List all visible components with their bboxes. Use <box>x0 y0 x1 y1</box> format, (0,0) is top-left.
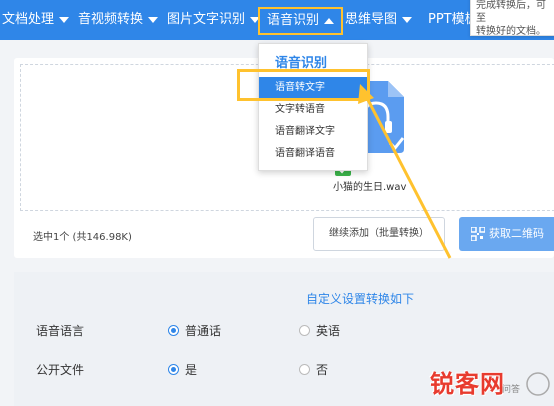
nav-item-image-ocr[interactable]: 图片文字识别 <box>167 0 261 40</box>
radio-option-english[interactable]: 英语 <box>299 322 340 339</box>
radio-checked-icon <box>168 325 179 336</box>
watermark-text: 锐客网 <box>430 370 505 398</box>
radio-unchecked-icon <box>299 325 310 336</box>
radio-label: 否 <box>316 363 329 377</box>
nav-item-speech-recognition[interactable]: 语音识别 <box>258 7 344 35</box>
menu-item-speech-translate-speech[interactable]: 语音翻译语音 <box>259 143 369 165</box>
dropdown-title: 语音识别 <box>275 56 328 71</box>
file-name: 小猫的生日.wav <box>333 182 407 193</box>
radio-unchecked-icon <box>299 364 310 375</box>
nav-item-av-convert[interactable]: 音视频转换 <box>78 0 159 40</box>
radio-label: 普通话 <box>185 324 222 338</box>
chevron-down-icon <box>59 16 70 23</box>
tooltip-line: 完成转换后，可至 <box>476 0 546 24</box>
setting-label-public: 公开文件 <box>36 363 85 377</box>
continue-add-button[interactable]: 继续添加（批量转换） <box>313 217 445 251</box>
selection-info: 选中1个 (共146.98K) <box>33 232 132 243</box>
setting-label-language: 语音语言 <box>36 324 85 338</box>
menu-item-text-to-speech[interactable]: 文字转语音 <box>259 99 369 121</box>
watermark-sub: 问答 <box>502 385 521 395</box>
menu-item-speech-to-text[interactable]: 语音转文字 <box>259 77 369 99</box>
speech-recognition-dropdown: 语音识别 语音转文字 文字转语音 语音翻译文字 语音翻译语音 <box>258 43 369 171</box>
qr-button-label: 获取二维码 <box>489 227 544 240</box>
radio-label: 是 <box>185 363 198 377</box>
radio-option-yes[interactable]: 是 <box>168 361 197 378</box>
get-qr-code-button[interactable]: 获取二维码 <box>459 217 554 251</box>
radio-option-no[interactable]: 否 <box>299 361 328 378</box>
menu-item-speech-translate-text[interactable]: 语音翻译文字 <box>259 121 369 143</box>
nav-item-label: 思维导图 <box>345 12 398 27</box>
radio-option-mandarin[interactable]: 普通话 <box>168 322 221 339</box>
radio-checked-icon <box>168 364 179 375</box>
nav-item-label: 音视频转换 <box>78 12 144 27</box>
conversion-tooltip: 完成转换后，可至 转换好的文档。 <box>470 0 554 37</box>
settings-title: 自定义设置转换如下 <box>306 292 415 306</box>
chevron-up-icon <box>324 17 335 24</box>
radio-label: 英语 <box>316 324 341 338</box>
chevron-down-icon <box>402 16 413 23</box>
nav-item-label: 图片文字识别 <box>167 12 246 27</box>
chevron-down-icon <box>148 16 159 23</box>
nav-item-mind-map[interactable]: 思维导图 <box>345 0 413 40</box>
tooltip-line: 转换好的文档。 <box>476 26 546 37</box>
nav-item-label: 语音识别 <box>267 13 320 28</box>
nav-item-doc-processing[interactable]: 文档处理 <box>2 0 70 40</box>
qr-code-icon <box>471 227 485 241</box>
nav-item-label: 文档处理 <box>2 12 55 27</box>
